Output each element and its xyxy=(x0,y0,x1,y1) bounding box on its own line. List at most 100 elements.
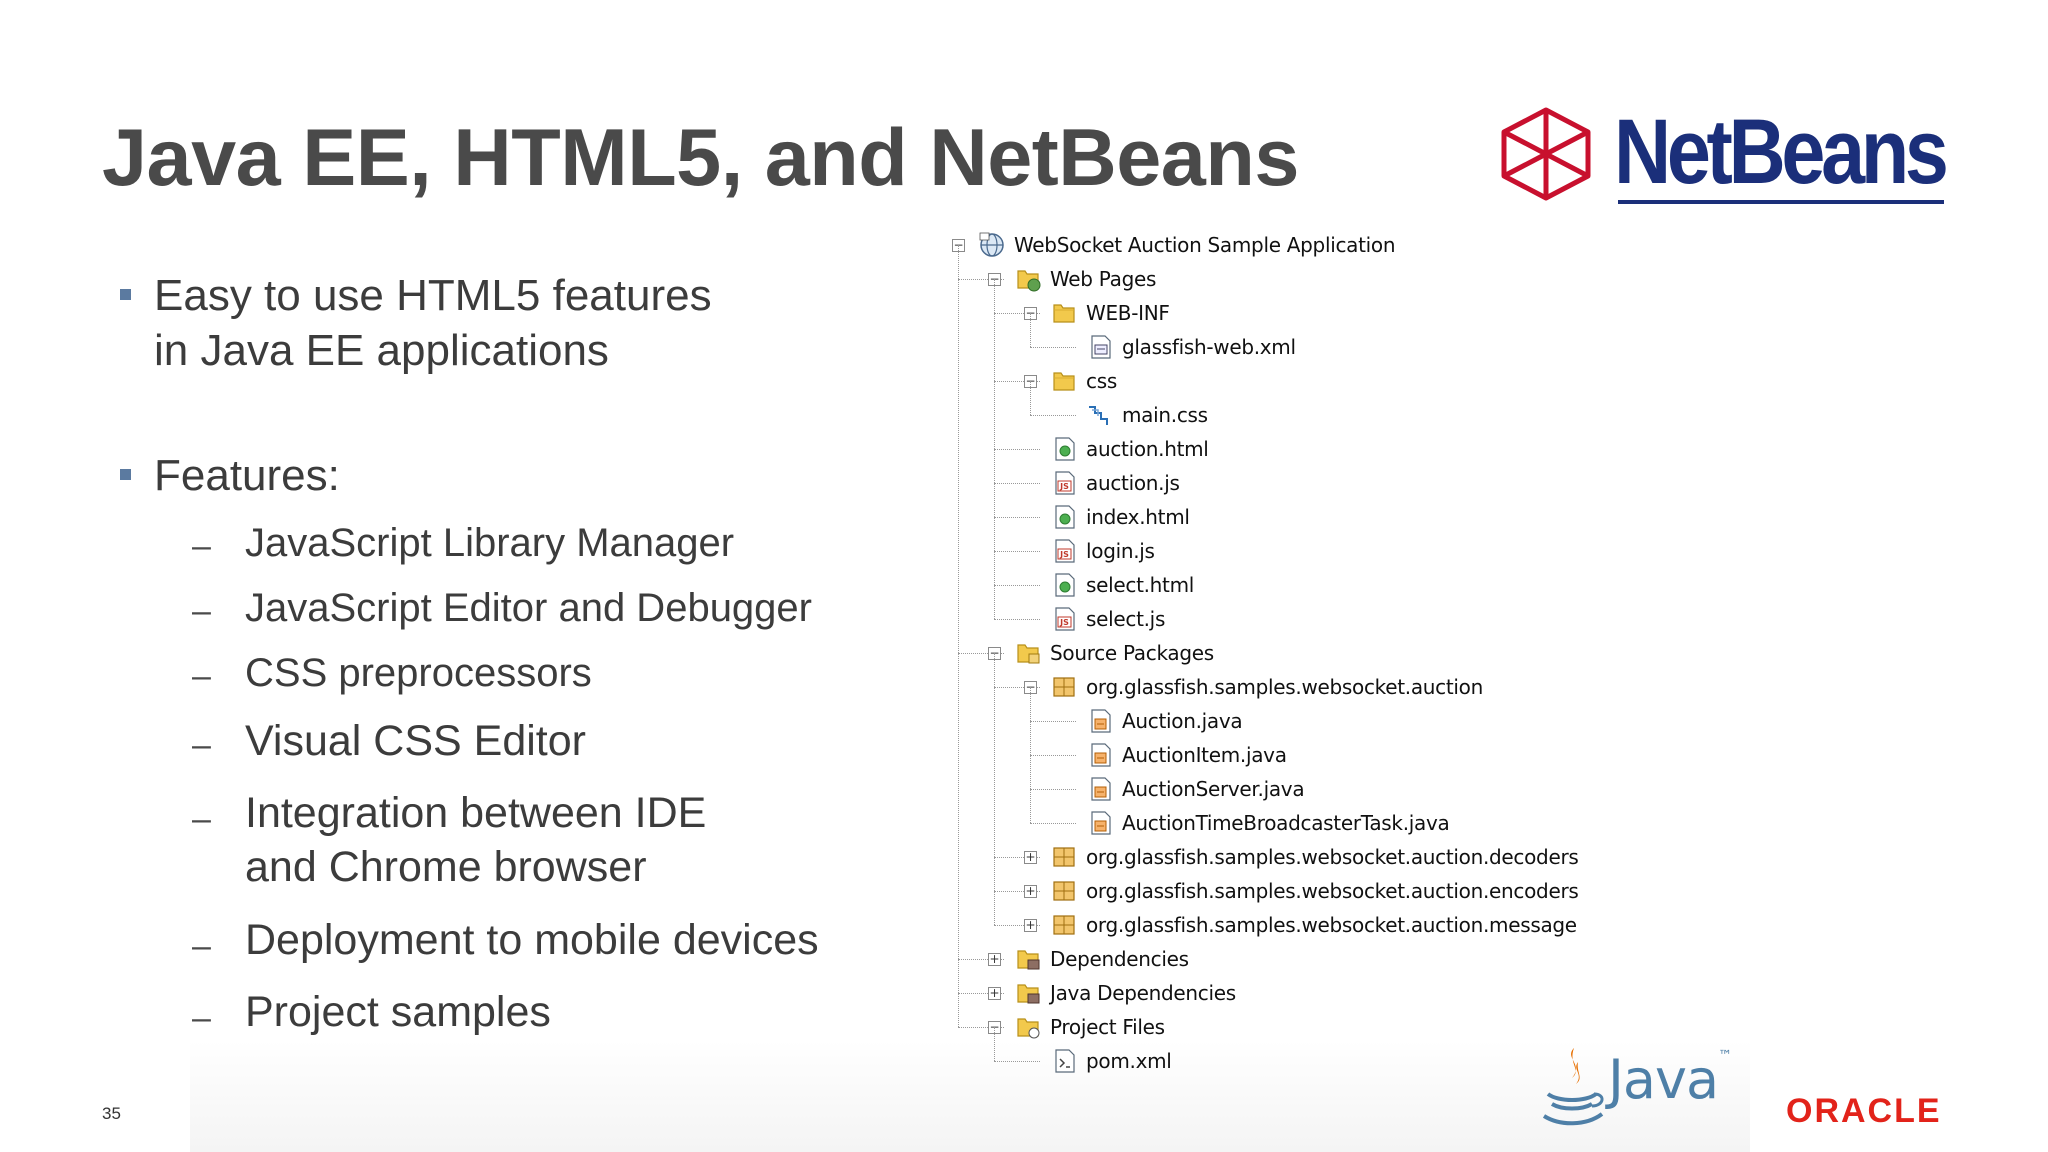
feature-item: Integration between IDE and Chrome brows… xyxy=(245,786,706,894)
java-file-icon xyxy=(1086,741,1114,769)
feature-item: CSS preprocessors xyxy=(245,651,592,695)
svg-text:JS: JS xyxy=(1059,482,1069,491)
bullet-line: Features: xyxy=(154,451,340,500)
java-file-icon xyxy=(1086,809,1114,837)
netbeans-wordmark: NetBeans xyxy=(1614,101,1949,203)
tree-node[interactable]: org.glassfish.samples.websocket.auction.… xyxy=(1050,840,1579,874)
dependencies-folder-icon xyxy=(1014,979,1042,1007)
tree-connector xyxy=(1030,313,1031,347)
feature-item: JavaScript Editor and Debugger xyxy=(245,586,812,630)
folder-icon xyxy=(1050,299,1078,327)
dependencies-folder-icon xyxy=(1014,945,1042,973)
tree-node[interactable]: Java Dependencies xyxy=(1014,976,1236,1010)
tree-node-label: glassfish-web.xml xyxy=(1122,335,1296,359)
tree-connector xyxy=(994,1027,995,1061)
tree-node[interactable]: glassfish-web.xml xyxy=(1086,330,1296,364)
feature-item: Visual CSS Editor xyxy=(245,717,586,765)
tree-node[interactable]: WEB-INF xyxy=(1050,296,1170,330)
source-packages-folder-icon xyxy=(1014,639,1042,667)
bullet-line: Easy to use HTML5 features xyxy=(154,271,712,320)
svg-text:JS: JS xyxy=(1059,550,1069,559)
tree-connector xyxy=(994,279,995,619)
feature-line: Integration between IDE xyxy=(245,789,707,837)
tree-node[interactable]: AuctionTimeBroadcasterTask.java xyxy=(1086,806,1450,840)
tree-connector xyxy=(1030,823,1076,824)
page-number: 35 xyxy=(102,1104,121,1123)
tree-node-label: pom.xml xyxy=(1086,1049,1172,1073)
tree-node[interactable]: AuctionServer.java xyxy=(1086,772,1305,806)
bullet-item: Easy to use HTML5 features in Java EE ap… xyxy=(154,268,712,378)
tree-connector xyxy=(994,585,1040,586)
tree-node[interactable]: JS select.js xyxy=(1050,602,1165,636)
tree-node[interactable]: Web Pages xyxy=(1014,262,1156,296)
package-icon xyxy=(1050,877,1078,905)
netbeans-cube-icon xyxy=(1501,107,1591,201)
project-tree: − WebSocket Auction Sample Application − We… xyxy=(948,228,1588,1088)
feature-item: Project samples xyxy=(245,988,551,1036)
tree-node-label: Source Packages xyxy=(1050,641,1214,665)
tree-connector xyxy=(1030,381,1031,415)
tree-node[interactable]: auction.html xyxy=(1050,432,1209,466)
tree-node[interactable]: JS login.js xyxy=(1050,534,1155,568)
tree-node[interactable]: main.css xyxy=(1086,398,1208,432)
feature-line: and Chrome browser xyxy=(245,843,647,891)
tree-node[interactable]: Dependencies xyxy=(1014,942,1189,976)
tree-node-label: select.js xyxy=(1086,607,1166,631)
netbeans-logo: NetBeans xyxy=(1496,100,1956,210)
java-file-icon xyxy=(1086,775,1114,803)
tree-node[interactable]: JS auction.js xyxy=(1050,466,1180,500)
tree-node[interactable]: org.glassfish.samples.websocket.auction xyxy=(1050,670,1483,704)
tree-node-label: login.js xyxy=(1086,539,1155,563)
expand-toggle-icon[interactable]: + xyxy=(1024,851,1037,864)
tree-connector xyxy=(1030,755,1076,756)
tree-node-label: auction.js xyxy=(1086,471,1180,495)
tree-node-label: WebSocket Auction Sample Application xyxy=(1014,233,1396,257)
tree-node-label: org.glassfish.samples.websocket.auction.… xyxy=(1086,913,1577,937)
project-icon xyxy=(978,231,1006,259)
tree-connector xyxy=(994,1061,1040,1062)
tree-connector xyxy=(994,449,1040,450)
tree-node-label: AuctionItem.java xyxy=(1122,743,1287,767)
feature-item: Deployment to mobile devices xyxy=(245,916,819,964)
package-icon xyxy=(1050,673,1078,701)
tree-connector xyxy=(1030,721,1076,722)
xml-config-file-icon xyxy=(1086,333,1114,361)
html-file-icon xyxy=(1050,503,1078,531)
tree-node-label: Auction.java xyxy=(1122,709,1243,733)
oracle-logo: ORACLE xyxy=(1786,1092,1942,1130)
sub-bullet-dash: – xyxy=(192,527,211,565)
java-trademark: ™ xyxy=(1718,1048,1732,1064)
tree-connector xyxy=(994,653,995,925)
tree-node[interactable]: Auction.java xyxy=(1086,704,1243,738)
tree-node[interactable]: pom.xml xyxy=(1050,1044,1172,1078)
folder-icon xyxy=(1050,367,1078,395)
js-file-icon: JS xyxy=(1050,537,1078,565)
tree-node[interactable]: css xyxy=(1050,364,1117,398)
expand-toggle-icon[interactable]: + xyxy=(1024,885,1037,898)
java-word: Java xyxy=(1608,1048,1719,1111)
expand-toggle-icon[interactable]: + xyxy=(988,987,1001,1000)
tree-node[interactable]: index.html xyxy=(1050,500,1190,534)
package-icon xyxy=(1050,911,1078,939)
expand-toggle-icon[interactable]: + xyxy=(1024,919,1037,932)
tree-connector xyxy=(1030,687,1031,823)
java-coffee-cup-icon xyxy=(1542,1048,1604,1126)
tree-connector xyxy=(994,551,1040,552)
tree-node[interactable]: Source Packages xyxy=(1014,636,1214,670)
sub-bullet-dash: – xyxy=(192,927,211,965)
tree-node-label: Project Files xyxy=(1050,1015,1165,1039)
tree-node[interactable]: Project Files xyxy=(1014,1010,1165,1044)
tree-node[interactable]: org.glassfish.samples.websocket.auction.… xyxy=(1050,874,1579,908)
tree-node[interactable]: AuctionItem.java xyxy=(1086,738,1287,772)
js-file-icon: JS xyxy=(1050,605,1078,633)
expand-toggle-icon[interactable]: + xyxy=(988,953,1001,966)
tree-node[interactable]: org.glassfish.samples.websocket.auction.… xyxy=(1050,908,1577,942)
tree-node[interactable]: select.html xyxy=(1050,568,1194,602)
tree-node-label: css xyxy=(1086,369,1117,393)
sub-bullet-dash: – xyxy=(192,726,211,764)
html-file-icon xyxy=(1050,571,1078,599)
bullet-item: Features: xyxy=(154,448,340,503)
tree-node[interactable]: WebSocket Auction Sample Application xyxy=(978,228,1396,262)
tree-node-label: Dependencies xyxy=(1050,947,1189,971)
svg-text:JS: JS xyxy=(1059,618,1069,627)
